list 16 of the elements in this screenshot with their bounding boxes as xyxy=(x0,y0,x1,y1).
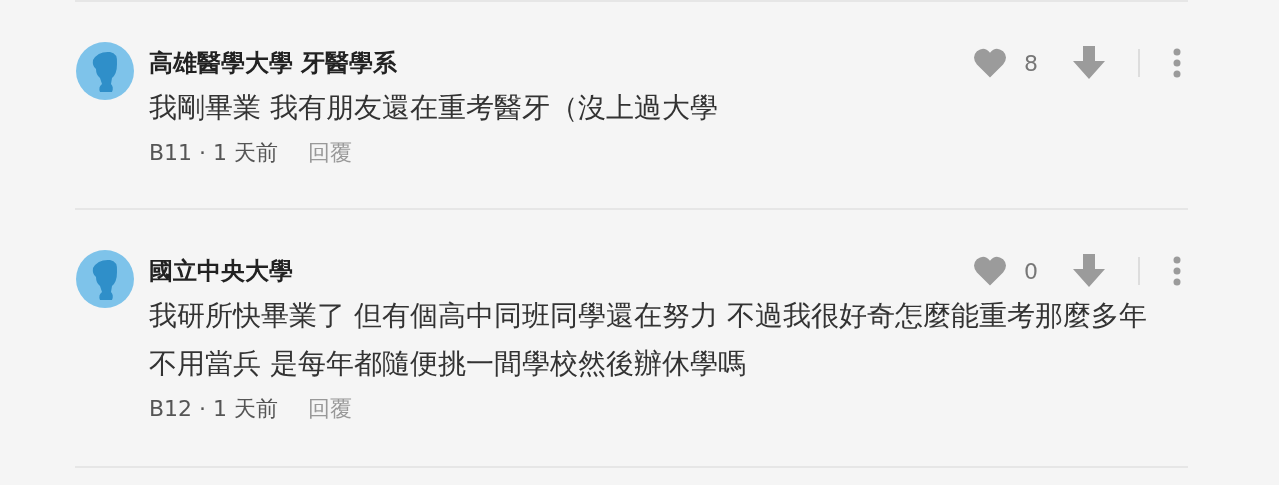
more-icon[interactable] xyxy=(1173,256,1181,286)
heart-icon[interactable] xyxy=(972,47,1008,79)
like-count: 8 xyxy=(1024,50,1039,76)
floor-time: B12 · 1 天前 xyxy=(149,395,279,423)
more-icon[interactable] xyxy=(1173,48,1181,78)
down-arrow-icon[interactable] xyxy=(1072,254,1106,288)
avatar-icon xyxy=(76,250,134,308)
down-arrow-icon[interactable] xyxy=(1072,46,1106,80)
avatar-icon xyxy=(76,42,134,100)
floor-time: B11 · 1 天前 xyxy=(149,139,279,167)
author-name[interactable]: 國立中央大學 xyxy=(149,255,293,287)
like-count: 0 xyxy=(1024,258,1039,284)
heart-icon[interactable] xyxy=(972,255,1008,287)
author-name[interactable]: 高雄醫學大學 牙醫學系 xyxy=(149,47,398,79)
comment-text: 我剛畢業 我有朋友還在重考醫牙（沒上過大學 xyxy=(149,90,719,126)
comment-text: 我研所快畢業了 但有個高中同班同學還在努力 不過我很好奇怎麼能重考那麼多年不用當兵 是每年都隨便挑一間學校然後辦休學嗎 xyxy=(149,298,1148,382)
